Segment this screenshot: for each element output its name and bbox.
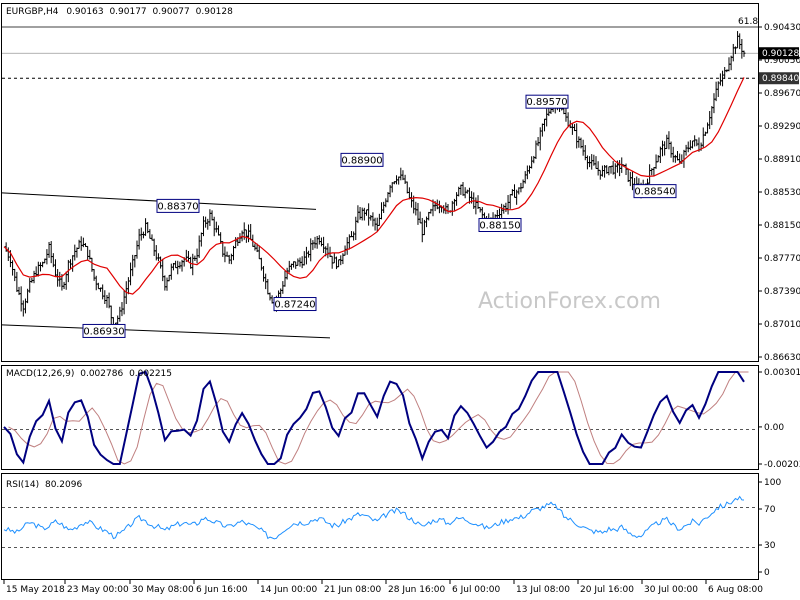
price-axis-label: 0.87010: [764, 320, 800, 330]
time-axis-label: 14 Jun 00:00: [260, 585, 317, 595]
annotation-label: 0.88540: [634, 187, 675, 198]
annotation-label: 0.87240: [274, 300, 315, 311]
annotation-label: 0.86930: [83, 326, 124, 337]
annotation-0.89570: 0.89570: [525, 94, 569, 109]
annotation-0.86930: 0.86930: [82, 323, 126, 338]
macd-axis: 0.003016 0.00 -0.002037: [758, 368, 800, 470]
rsi-axis: 100 70 30 0: [758, 478, 781, 578]
rsi-axis-label: 30: [764, 541, 776, 551]
annotation-label: 0.88370: [157, 201, 198, 212]
time-axis-label: 6 Aug 08:00: [708, 585, 763, 595]
macd-axis-label: 0.003016: [764, 368, 800, 378]
price-tag-0.89840: 0.89840: [759, 72, 799, 85]
price-axis-label: 0.88150: [764, 221, 800, 231]
price-panel-header: EURGBP,H4 0.90163 0.90177 0.90077 0.9012…: [6, 7, 233, 17]
macd-axis-label: 0.00: [764, 423, 784, 433]
rsi-panel-frame: [1, 473, 759, 580]
time-axis-label: 28 Jun 16:00: [388, 585, 445, 595]
time-axis-label: 6 Jul 00:00: [452, 585, 501, 595]
time-axis-label: 20 Jul 16:00: [580, 585, 634, 595]
time-axis-label: 23 May 00:00: [67, 585, 129, 595]
annotation-0.88370: 0.88370: [156, 198, 200, 213]
annotation-0.88900: 0.88900: [340, 152, 384, 167]
chart-canvas: ActionForex.com 0.88370 0.86930 0.87240 0.8…: [1, 3, 800, 595]
fib-label: 61.8: [738, 17, 758, 27]
price-axis-label: 0.90430: [764, 23, 800, 33]
price-tag-label: 0.90128: [762, 49, 799, 59]
price-axis-label: 0.87390: [764, 287, 800, 297]
price-axis-label: 0.86630: [764, 353, 800, 363]
price-axis-label: 0.87770: [764, 254, 800, 264]
time-axis-label: 13 Jul 08:00: [516, 585, 570, 595]
time-axis-label: 21 Jun 08:00: [324, 585, 381, 595]
watermark: ActionForex.com: [478, 289, 661, 314]
macd-axis-label: -0.002037: [764, 460, 800, 470]
time-axis-label: 30 Jul 00:00: [644, 585, 698, 595]
annotation-label: 0.88150: [479, 221, 520, 232]
rsi-axis-label: 70: [764, 505, 776, 515]
price-axis-label: 0.89670: [764, 89, 800, 99]
annotation-label: 0.88900: [341, 155, 382, 166]
price-axis-label: 0.88910: [764, 155, 800, 165]
price-tag-0.90128: 0.90128: [759, 47, 799, 60]
time-axis-label: 15 May 2018: [6, 585, 65, 595]
rsi-panel-header: RSI(14) 80.2096: [6, 480, 82, 490]
annotation-label: 0.89570: [526, 97, 567, 108]
rsi-axis-label: 0: [764, 568, 770, 578]
price-axis-label: 0.89290: [764, 122, 800, 132]
time-axis: 15 May 2018 23 May 00:00 30 May 08:00 6 Jun…: [3, 580, 763, 595]
annotation-0.87240: 0.87240: [273, 297, 317, 312]
rsi-axis-label: 100: [764, 478, 781, 488]
macd-panel-header: MACD(12,26,9) 0.002786 0.002215: [6, 369, 172, 379]
annotation-0.88540: 0.88540: [633, 184, 677, 199]
time-axis-label: 6 Jun 16:00: [196, 585, 248, 595]
time-axis-label: 30 May 08:00: [132, 585, 194, 595]
price-tag-label: 0.89840: [762, 74, 799, 84]
price-axis-label: 0.88530: [764, 188, 800, 198]
annotation-0.88150: 0.88150: [478, 218, 522, 232]
